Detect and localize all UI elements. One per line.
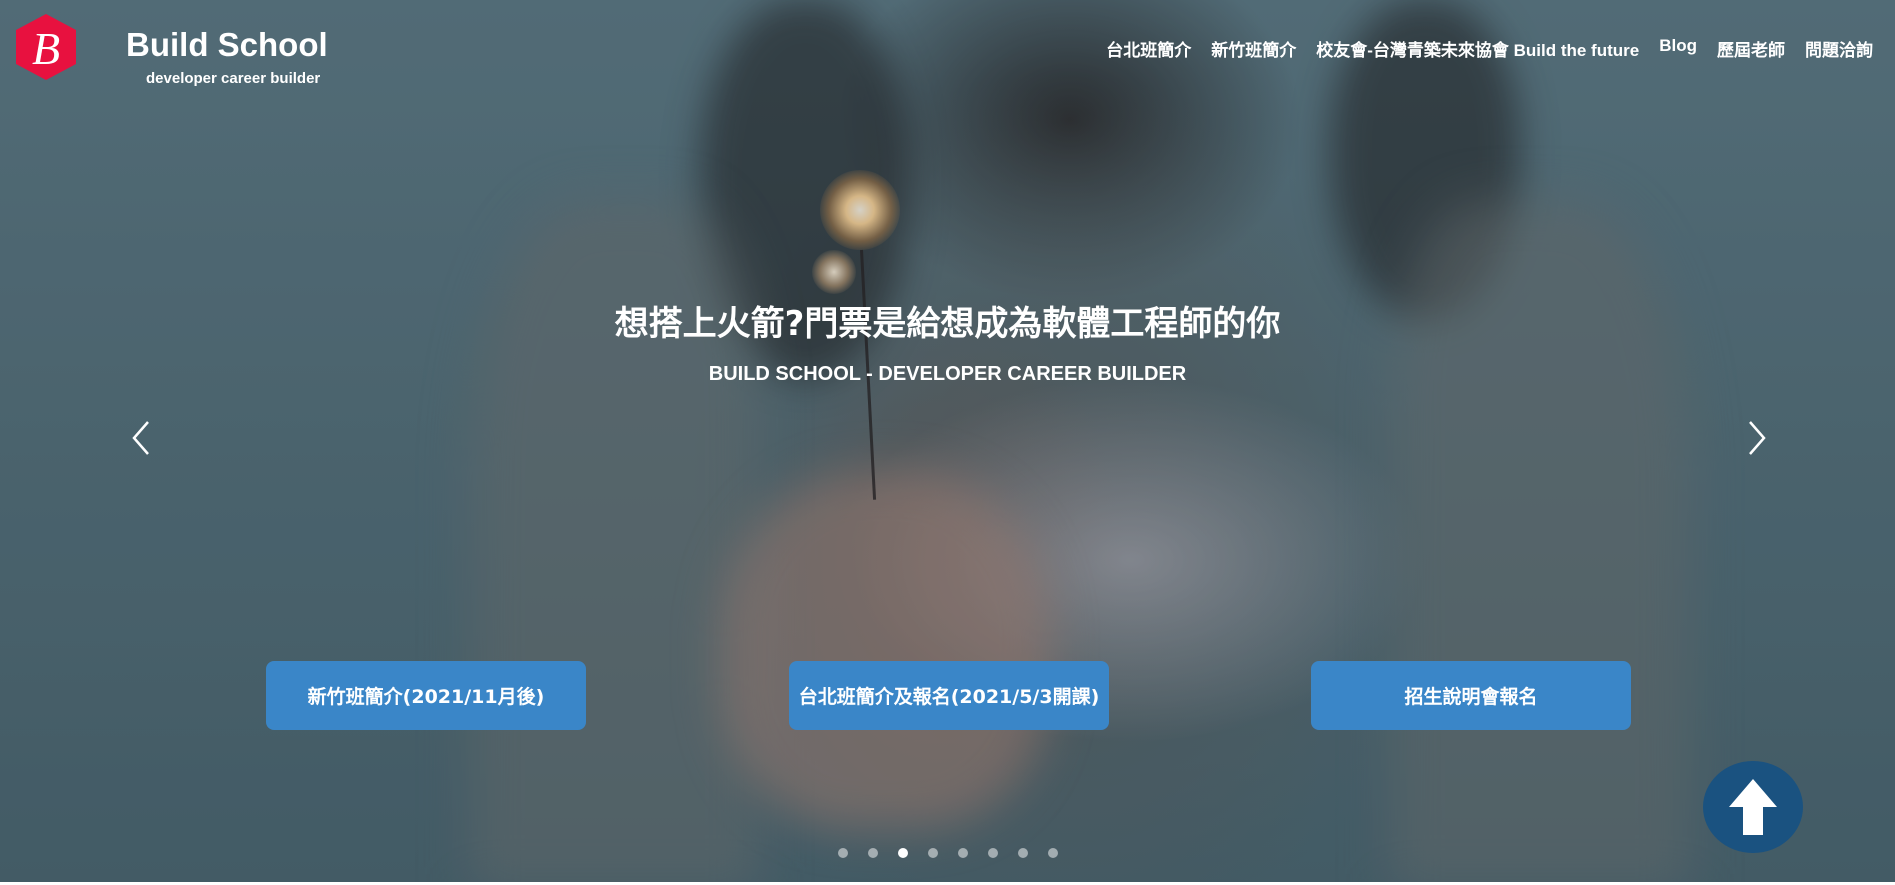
hsinchu-intro-button[interactable]: 新竹班簡介(2021/11月後) bbox=[266, 661, 586, 730]
chevron-left-icon bbox=[132, 421, 149, 455]
nav-contact[interactable]: 問題洽詢 bbox=[1805, 36, 1873, 61]
svg-text:B: B bbox=[32, 23, 60, 74]
carousel-dot[interactable] bbox=[838, 848, 848, 858]
nav-hsinchu-class[interactable]: 新竹班簡介 bbox=[1211, 36, 1296, 61]
carousel-dot[interactable] bbox=[868, 848, 878, 858]
carousel-dot[interactable] bbox=[958, 848, 968, 858]
carousel-dot[interactable] bbox=[988, 848, 998, 858]
carousel-indicators bbox=[838, 848, 1058, 858]
hero-carousel bbox=[0, 0, 1895, 882]
arrow-up-icon bbox=[1729, 779, 1777, 835]
taipei-signup-button[interactable]: 台北班簡介及報名(2021/5/3開課) bbox=[789, 661, 1109, 730]
carousel-dot[interactable] bbox=[1018, 848, 1028, 858]
logo-hexagon-icon: B bbox=[16, 14, 76, 80]
hero-headline: 想搭上火箭?門票是給想成為軟體工程師的你 bbox=[614, 304, 1281, 344]
main-nav: 台北班簡介 新竹班簡介 校友會-台灣青築未來協會 Build the futur… bbox=[1106, 36, 1873, 61]
nav-alumni[interactable]: 校友會-台灣青築未來協會 Build the future bbox=[1316, 36, 1639, 61]
carousel-dot-active[interactable] bbox=[898, 848, 908, 858]
brand-name[interactable]: Build School bbox=[126, 26, 328, 64]
carousel-dot[interactable] bbox=[928, 848, 938, 858]
brand-tagline: developer career builder bbox=[146, 70, 321, 87]
info-session-signup-button[interactable]: 招生說明會報名 bbox=[1311, 661, 1631, 730]
hero-subheadline: BUILD SCHOOL - DEVELOPER CAREER BUILDER bbox=[708, 363, 1187, 385]
chevron-right-icon bbox=[1749, 421, 1766, 455]
nav-taipei-class[interactable]: 台北班簡介 bbox=[1106, 36, 1191, 61]
carousel-prev-button[interactable] bbox=[124, 420, 160, 456]
carousel-dot[interactable] bbox=[1048, 848, 1058, 858]
carousel-next-button[interactable] bbox=[1738, 420, 1774, 456]
back-to-top-button[interactable] bbox=[1703, 761, 1803, 853]
brand-logo[interactable]: B bbox=[12, 12, 80, 82]
nav-blog[interactable]: Blog bbox=[1659, 36, 1697, 61]
nav-teachers[interactable]: 歷屆老師 bbox=[1717, 36, 1785, 61]
